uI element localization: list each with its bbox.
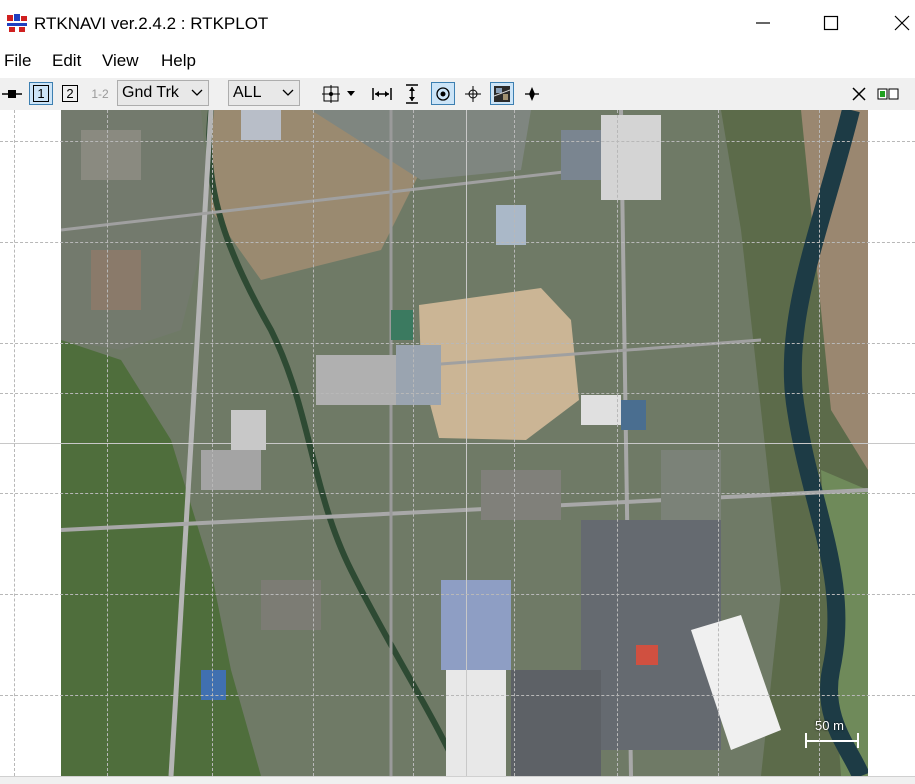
chevron-down-icon (282, 89, 294, 96)
show-track-button[interactable] (431, 82, 455, 105)
menu-view[interactable]: View (102, 51, 139, 71)
close-button[interactable] (879, 0, 915, 46)
minimize-button[interactable] (740, 0, 786, 46)
show-track-icon (436, 86, 450, 101)
show-point-icon (525, 86, 539, 101)
chevron-down-icon (191, 89, 203, 96)
status-button[interactable] (876, 82, 900, 105)
center-origin-icon (322, 84, 340, 103)
dropdown-arrow-icon (347, 90, 355, 96)
grid-line (0, 141, 915, 142)
center-position-icon (465, 85, 481, 102)
connect-icon (2, 89, 22, 98)
status-icon (877, 88, 899, 99)
connect-button[interactable] (0, 82, 24, 105)
fit-vertical-icon (406, 83, 418, 104)
fit-horizontal-button[interactable] (370, 82, 394, 105)
plot-type-value: Gnd Trk (122, 84, 179, 101)
center-position-button[interactable] (461, 82, 485, 105)
scale-bar-label: 50 m (815, 718, 844, 733)
plot-1-2-button[interactable]: 1-2 (88, 82, 112, 105)
title-bar: RTKNAVI ver.2.4.2 : RTKPLOT (0, 0, 915, 46)
menu-bar: File Edit View Help (0, 48, 915, 76)
plot-area[interactable]: 50 m (0, 110, 915, 776)
menu-edit[interactable]: Edit (52, 51, 81, 71)
maximize-button[interactable] (808, 0, 854, 46)
axis-line-horizontal (0, 443, 915, 444)
plot-1-button[interactable]: 1 (29, 82, 53, 105)
minimize-icon (756, 22, 770, 24)
plot-1-2-label: 1-2 (91, 86, 109, 101)
satellite-select[interactable]: ALL (228, 80, 300, 106)
plot-1-label: 1 (33, 85, 49, 102)
plot-2-label: 2 (62, 85, 78, 102)
grid-line (0, 242, 915, 243)
close-plot-icon (852, 86, 866, 101)
center-origin-button[interactable] (319, 82, 343, 105)
show-map-button[interactable] (490, 82, 514, 105)
fit-horizontal-icon (372, 87, 392, 100)
show-map-icon (494, 85, 510, 102)
grid-line (0, 594, 915, 595)
fit-vertical-button[interactable] (400, 82, 424, 105)
rtklib-app-icon (6, 13, 28, 33)
plot-type-select[interactable]: Gnd Trk (117, 80, 209, 106)
show-point-button[interactable] (520, 82, 544, 105)
grid-line (0, 695, 915, 696)
window-title: RTKNAVI ver.2.4.2 : RTKPLOT (34, 14, 269, 33)
origin-dropdown-button[interactable] (343, 82, 359, 105)
plot-2-button[interactable]: 2 (58, 82, 82, 105)
menu-file[interactable]: File (4, 51, 31, 71)
close-icon (894, 15, 910, 31)
maximize-icon (823, 15, 839, 31)
menu-help[interactable]: Help (161, 51, 196, 71)
close-plot-button[interactable] (847, 82, 871, 105)
grid-line (0, 493, 915, 494)
grid-line (0, 343, 915, 344)
grid-line (0, 393, 915, 394)
satellite-select-value: ALL (233, 84, 262, 101)
toolbar: 1 2 1-2 Gnd Trk ALL (0, 78, 915, 110)
